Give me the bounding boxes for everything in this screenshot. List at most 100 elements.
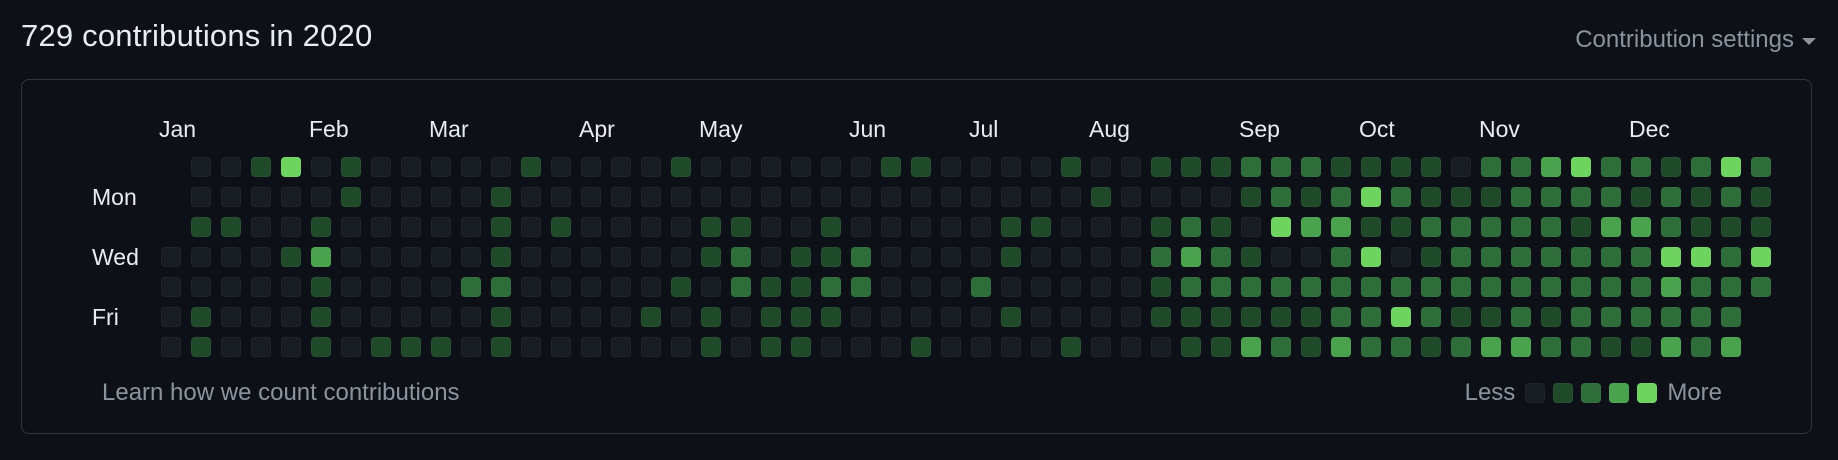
contribution-cell[interactable] <box>401 277 421 297</box>
contribution-cell[interactable] <box>881 307 901 327</box>
contribution-cell[interactable] <box>551 337 571 357</box>
contribution-cell[interactable] <box>431 247 451 267</box>
contribution-cell[interactable] <box>1451 217 1471 237</box>
contribution-cell[interactable] <box>1091 307 1111 327</box>
contribution-cell[interactable] <box>1661 277 1681 297</box>
contribution-cell[interactable] <box>1511 217 1531 237</box>
contribution-cell[interactable] <box>221 277 241 297</box>
contribution-cell[interactable] <box>1691 277 1711 297</box>
contribution-cell[interactable] <box>431 337 451 357</box>
contribution-cell[interactable] <box>1031 217 1051 237</box>
contribution-cell[interactable] <box>251 337 271 357</box>
contribution-cell[interactable] <box>431 307 451 327</box>
contribution-cell[interactable] <box>1151 217 1171 237</box>
contribution-cell[interactable] <box>1571 277 1591 297</box>
contribution-cell[interactable] <box>731 307 751 327</box>
contribution-cell[interactable] <box>701 307 721 327</box>
contribution-cell[interactable] <box>1631 217 1651 237</box>
contribution-cell[interactable] <box>1181 187 1201 207</box>
contribution-cell[interactable] <box>911 277 931 297</box>
contribution-cell[interactable] <box>371 337 391 357</box>
contribution-cell[interactable] <box>521 277 541 297</box>
contribution-cell[interactable] <box>971 157 991 177</box>
contribution-cell[interactable] <box>1271 307 1291 327</box>
contribution-cell[interactable] <box>1391 187 1411 207</box>
contribution-cell[interactable] <box>191 247 211 267</box>
contribution-cell[interactable] <box>941 157 961 177</box>
contribution-cell[interactable] <box>461 277 481 297</box>
contribution-cell[interactable] <box>1301 187 1321 207</box>
contribution-cell[interactable] <box>851 337 871 357</box>
contribution-cell[interactable] <box>611 277 631 297</box>
contribution-cell[interactable] <box>521 307 541 327</box>
contribution-cell[interactable] <box>491 157 511 177</box>
contribution-cell[interactable] <box>1721 277 1741 297</box>
contribution-cell[interactable] <box>431 157 451 177</box>
contribution-cell[interactable] <box>671 247 691 267</box>
contribution-cell[interactable] <box>1691 157 1711 177</box>
contribution-cell[interactable] <box>611 307 631 327</box>
contribution-cell[interactable] <box>1211 187 1231 207</box>
contribution-cell[interactable] <box>1601 217 1621 237</box>
contribution-cell[interactable] <box>1661 217 1681 237</box>
contribution-cell[interactable] <box>1151 157 1171 177</box>
contribution-cell[interactable] <box>1511 247 1531 267</box>
contribution-cell[interactable] <box>1121 217 1141 237</box>
contribution-cell[interactable] <box>191 307 211 327</box>
contribution-cell[interactable] <box>191 217 211 237</box>
contribution-cell[interactable] <box>1661 307 1681 327</box>
contribution-cell[interactable] <box>491 307 511 327</box>
contribution-cell[interactable] <box>1451 277 1471 297</box>
contribution-cell[interactable] <box>1211 247 1231 267</box>
contribution-cell[interactable] <box>1661 247 1681 267</box>
contribution-cell[interactable] <box>791 247 811 267</box>
contribution-cell[interactable] <box>1031 307 1051 327</box>
contribution-cell[interactable] <box>1691 337 1711 357</box>
contribution-cell[interactable] <box>821 307 841 327</box>
contribution-cell[interactable] <box>281 307 301 327</box>
contribution-cell[interactable] <box>731 157 751 177</box>
contribution-cell[interactable] <box>1301 217 1321 237</box>
contribution-cell[interactable] <box>1481 337 1501 357</box>
contribution-cell[interactable] <box>1331 157 1351 177</box>
contribution-cell[interactable] <box>401 247 421 267</box>
contribution-cell[interactable] <box>521 217 541 237</box>
contribution-cell[interactable] <box>1391 307 1411 327</box>
contribution-cell[interactable] <box>611 157 631 177</box>
contribution-cell[interactable] <box>1511 157 1531 177</box>
contribution-cell[interactable] <box>941 277 961 297</box>
contribution-cell[interactable] <box>671 277 691 297</box>
contribution-cell[interactable] <box>1601 307 1621 327</box>
contribution-cell[interactable] <box>881 187 901 207</box>
contribution-cell[interactable] <box>1631 307 1651 327</box>
contribution-cell[interactable] <box>701 187 721 207</box>
contribution-cell[interactable] <box>1151 247 1171 267</box>
contribution-cell[interactable] <box>1271 157 1291 177</box>
contribution-cell[interactable] <box>1721 247 1741 267</box>
contribution-cell[interactable] <box>1751 157 1771 177</box>
contribution-cell[interactable] <box>461 187 481 207</box>
contribution-cell[interactable] <box>281 217 301 237</box>
contribution-cell[interactable] <box>1421 307 1441 327</box>
contribution-cell[interactable] <box>1691 307 1711 327</box>
contribution-cell[interactable] <box>1661 157 1681 177</box>
contribution-cell[interactable] <box>761 247 781 267</box>
contribution-cell[interactable] <box>731 187 751 207</box>
contribution-cell[interactable] <box>1181 247 1201 267</box>
contribution-cell[interactable] <box>581 187 601 207</box>
contribution-cell[interactable] <box>1151 307 1171 327</box>
contribution-cell[interactable] <box>1451 157 1471 177</box>
contribution-cell[interactable] <box>701 217 721 237</box>
contribution-cell[interactable] <box>371 217 391 237</box>
contribution-cell[interactable] <box>761 187 781 207</box>
contribution-cell[interactable] <box>401 157 421 177</box>
contribution-cell[interactable] <box>1391 217 1411 237</box>
contribution-cell[interactable] <box>1121 157 1141 177</box>
contribution-cell[interactable] <box>1061 157 1081 177</box>
contribution-cell[interactable] <box>1541 337 1561 357</box>
contribution-cell[interactable] <box>581 307 601 327</box>
contribution-cell[interactable] <box>1331 277 1351 297</box>
contribution-cell[interactable] <box>581 157 601 177</box>
contribution-cell[interactable] <box>1001 277 1021 297</box>
contribution-cell[interactable] <box>1361 217 1381 237</box>
